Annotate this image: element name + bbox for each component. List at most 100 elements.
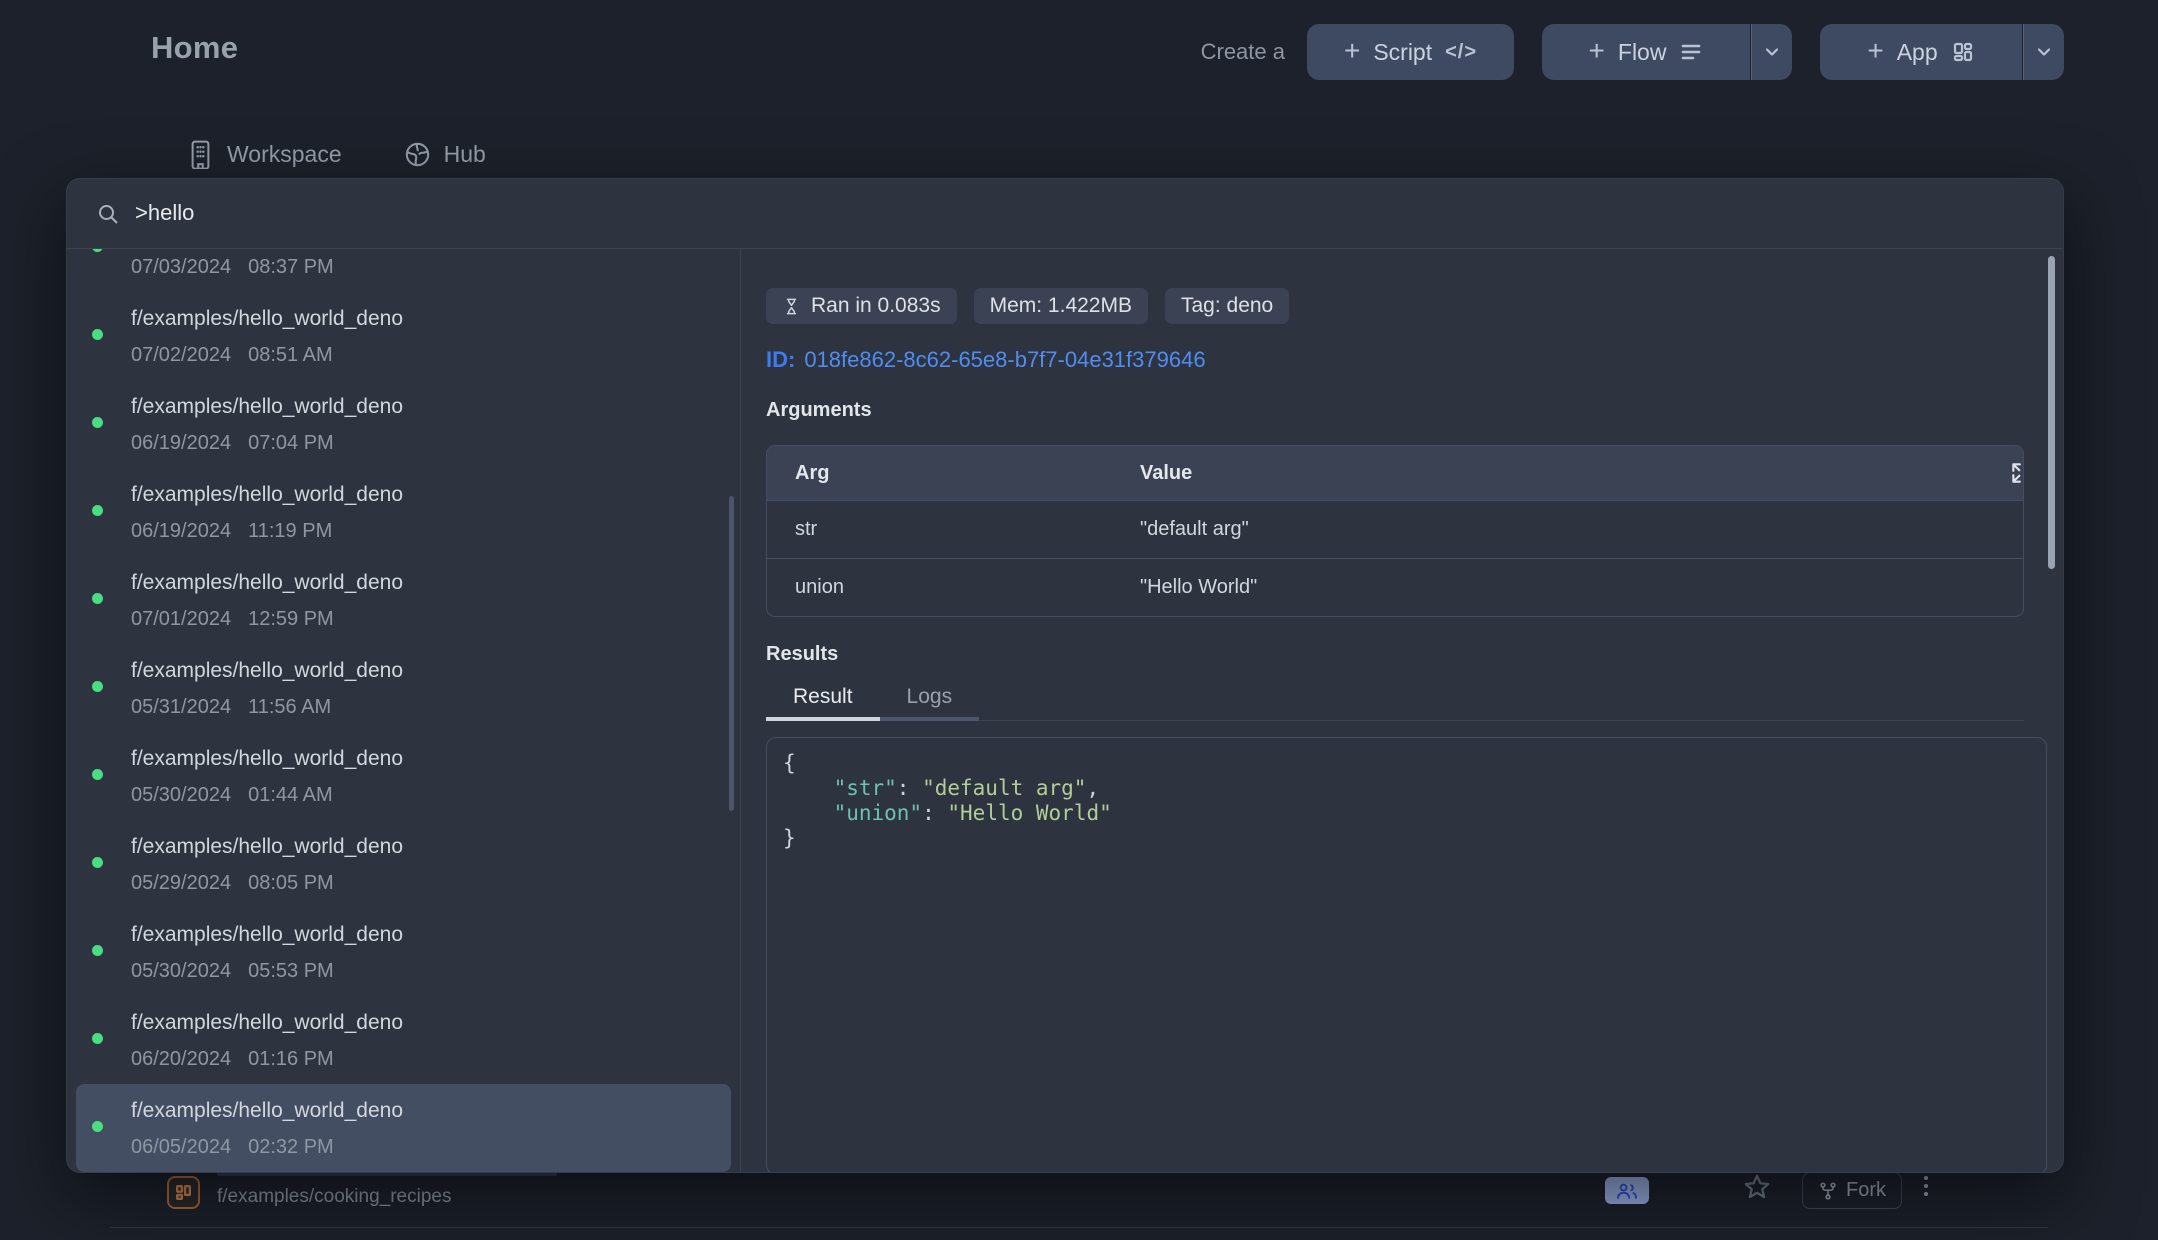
run-stat-badge: Ran in 0.083s [766, 288, 957, 324]
kebab-menu-icon[interactable] [1924, 1176, 1928, 1196]
row-divider [110, 1227, 2048, 1228]
arguments-table: Arg Value str"default arg" union"Hello Wo… [766, 445, 2024, 617]
run-list-item[interactable]: f/examples/hello_world_deno05/29/202408:… [76, 820, 731, 908]
run-timestamp: 05/30/202405:53 PM [131, 960, 731, 983]
create-flow-label: Flow [1618, 39, 1667, 66]
run-list-item[interactable]: f/examples/hello_world_deno 05/30/202405:… [76, 908, 731, 996]
tab-hub[interactable]: Hub [404, 139, 486, 169]
run-list-item[interactable]: f/examples/hello_world_deno 07/02/202408:… [76, 292, 731, 380]
flow-list-icon [1679, 40, 1703, 64]
tab-hub-label: Hub [444, 141, 486, 168]
chevron-down-icon [1762, 42, 1782, 62]
result-json-viewer: { "str": "default arg", "union": "Hello … [766, 737, 2047, 1173]
run-list-item[interactable]: f/examples/hello_world_deno 06/19/202411:… [76, 468, 731, 556]
argument-value: "Hello World" [1112, 576, 2023, 599]
code-line: { [783, 751, 2030, 776]
app-grid-icon [1951, 40, 1975, 64]
shared-users-badge [1605, 1177, 1649, 1204]
results-title: Results [766, 643, 2063, 666]
search-input[interactable] [135, 179, 1935, 247]
run-path: f/examples/hello_world_deno [131, 571, 731, 595]
arguments-table-header: Arg Value [767, 446, 2023, 500]
fork-icon [1818, 1181, 1838, 1201]
home-page: { "header": { "title": "Home", "create_p… [0, 0, 2158, 1240]
run-success-dot [92, 945, 103, 956]
run-path: f/examples/hello_world_deno [131, 835, 731, 859]
argument-name: union [767, 576, 1112, 599]
building-icon [187, 139, 214, 169]
runs-list-scrollbar[interactable] [729, 496, 734, 811]
run-id-value[interactable]: 018fe862-8c62-65e8-b7f7-04e31f379646 [804, 347, 1205, 372]
run-list-item[interactable]: f/examples/hello_world_deno05/30/202401:… [76, 732, 731, 820]
run-timestamp: 07/03/202408:37 PM [131, 256, 731, 279]
create-app-button[interactable]: + App [1820, 24, 2022, 80]
run-path: f/examples/hello_world_deno [131, 747, 731, 771]
create-app-dropdown-button[interactable] [2023, 24, 2064, 80]
search-bar [67, 179, 2063, 249]
run-stat-badge: Mem: 1.422MB [974, 288, 1148, 324]
create-script-button[interactable]: + Script </> [1307, 24, 1514, 80]
run-list-item[interactable]: f/examples/hello_world_deno 06/20/202401:… [76, 996, 731, 1084]
run-success-dot [92, 1033, 103, 1044]
create-app-label: App [1897, 39, 1938, 66]
arguments-title: Arguments [766, 399, 2063, 422]
run-path: f/examples/hello_world_deno [131, 307, 731, 331]
expand-icon[interactable] [1981, 460, 2009, 486]
tab-logs[interactable]: Logs [880, 679, 980, 721]
run-timestamp: 06/05/202402:32 PM [131, 1136, 731, 1159]
star-icon[interactable] [1742, 1172, 1772, 1202]
tab-workspace-label: Workspace [227, 141, 342, 168]
run-timestamp: 06/19/202411:19 PM [131, 520, 731, 543]
fork-button[interactable]: Fork [1802, 1172, 1902, 1209]
run-list-item[interactable]: f/examples/hello_world_deno 06/19/202407:… [76, 380, 731, 468]
run-timestamp: 05/31/202411:56 AM [131, 696, 731, 719]
run-timestamp: 06/20/202401:16 PM [131, 1048, 731, 1071]
users-icon [1615, 1181, 1639, 1201]
app-row-icon [167, 1176, 200, 1209]
create-a-label: Create a [1201, 39, 1285, 65]
argument-row: union"Hello World" [767, 558, 2023, 616]
fork-label: Fork [1846, 1179, 1886, 1202]
run-timestamp: 06/19/202407:04 PM [131, 432, 731, 455]
code-line: "union": "Hello World" [783, 801, 2030, 826]
run-path: f/examples/hello_world_deno [131, 483, 731, 507]
run-path: f/examples/hello_world_deno [131, 1099, 731, 1123]
run-path: f/examples/hello_world_deno [131, 395, 731, 419]
run-badges: Ran in 0.083s Mem: 1.422MB Tag: deno [766, 288, 2063, 324]
run-stat-badge: Tag: deno [1165, 288, 1289, 324]
runs-list-pane: f/examples/hello_world_deno 07/03/202408:… [67, 249, 741, 1173]
run-detail-pane: Ran in 0.083s Mem: 1.422MB Tag: deno ID:01… [741, 249, 2063, 1173]
argument-value: "default arg" [1112, 518, 2023, 541]
run-id-line: ID:018fe862-8c62-65e8-b7f7-04e31f379646 [766, 347, 2063, 373]
home-nav-tabs: Workspace Hub [187, 139, 486, 169]
run-list-item[interactable]: f/examples/hello_world_deno07/03/202408:… [76, 249, 731, 292]
runs-list: f/examples/hello_world_deno 07/03/202408:… [67, 249, 740, 1172]
run-list-item[interactable]: f/examples/hello_world_deno 05/31/202411:… [76, 644, 731, 732]
chevron-down-icon [2034, 42, 2054, 62]
results-tabs: Result Logs [766, 679, 2024, 721]
run-success-dot [92, 593, 103, 604]
background-row-path[interactable]: f/examples/cooking_recipes [217, 1186, 451, 1208]
run-list-item[interactable]: f/examples/hello_world_deno07/01/202412:… [76, 556, 731, 644]
create-flow-button[interactable]: + Flow [1542, 24, 1750, 80]
run-timestamp: 07/02/202408:51 AM [131, 344, 731, 367]
run-success-dot [92, 769, 103, 780]
tab-workspace[interactable]: Workspace [187, 139, 342, 169]
globe-icon [404, 141, 431, 168]
create-flow-dropdown-button[interactable] [1751, 24, 1792, 80]
run-success-dot [92, 249, 103, 252]
plus-icon: + [1589, 37, 1605, 65]
hourglass-icon [782, 296, 801, 317]
run-path: f/examples/hello_world_deno [131, 923, 731, 947]
run-path: f/examples/hello_world_deno [131, 1011, 731, 1035]
dashboard-glyph-icon [174, 1183, 193, 1202]
run-success-dot [92, 681, 103, 692]
run-success-dot [92, 417, 103, 428]
run-list-item[interactable]: f/examples/hello_world_deno 06/05/202402:… [76, 1084, 731, 1172]
argument-name: str [767, 518, 1112, 541]
plus-icon: + [1867, 37, 1883, 65]
tab-result[interactable]: Result [766, 679, 880, 721]
search-icon [96, 202, 120, 226]
modal-scrollbar[interactable] [2048, 256, 2055, 569]
run-path: f/examples/hello_world_deno [131, 659, 731, 683]
